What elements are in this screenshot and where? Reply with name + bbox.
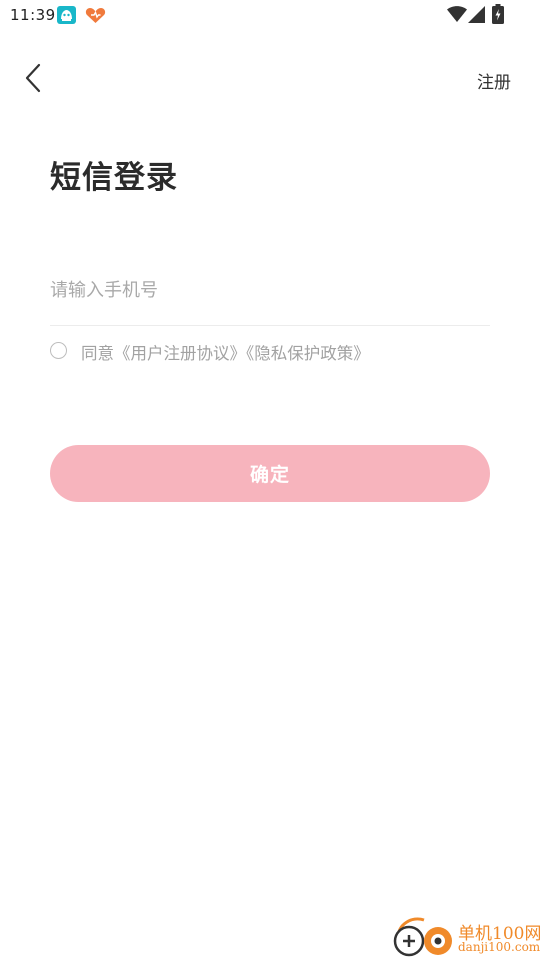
chevron-left-icon bbox=[25, 63, 41, 93]
agreement-radio[interactable] bbox=[50, 342, 67, 359]
back-button[interactable] bbox=[18, 60, 52, 96]
confirm-button[interactable]: 确定 bbox=[50, 445, 490, 502]
privacy-policy-link[interactable]: 《隐私保护政策》 bbox=[246, 344, 370, 363]
heart-app-icon bbox=[85, 8, 106, 23]
app-notification-icon bbox=[57, 6, 76, 24]
watermark-logo-icon bbox=[393, 917, 452, 957]
wifi-icon bbox=[447, 6, 467, 22]
sms-login-screen: 11:39 注册 短信登录 请输入手机号 同意《用户注册协议》《隐私保护政策》 … bbox=[0, 0, 540, 960]
signal-icon bbox=[468, 6, 485, 23]
battery-icon bbox=[492, 4, 504, 24]
status-bar: 11:39 bbox=[0, 0, 540, 32]
input-divider bbox=[50, 325, 490, 326]
page-title: 短信登录 bbox=[50, 160, 178, 196]
user-agreement-link[interactable]: 《用户注册协议》 bbox=[114, 344, 246, 363]
watermark-url: danji100.com bbox=[458, 940, 540, 954]
register-link[interactable]: 注册 bbox=[477, 68, 511, 93]
status-time: 11:39 bbox=[10, 6, 56, 24]
agreement-prefix: 同意 bbox=[81, 344, 114, 363]
phone-number-input[interactable] bbox=[50, 270, 490, 310]
agreement-text: 同意《用户注册协议》《隐私保护政策》 bbox=[81, 340, 370, 364]
